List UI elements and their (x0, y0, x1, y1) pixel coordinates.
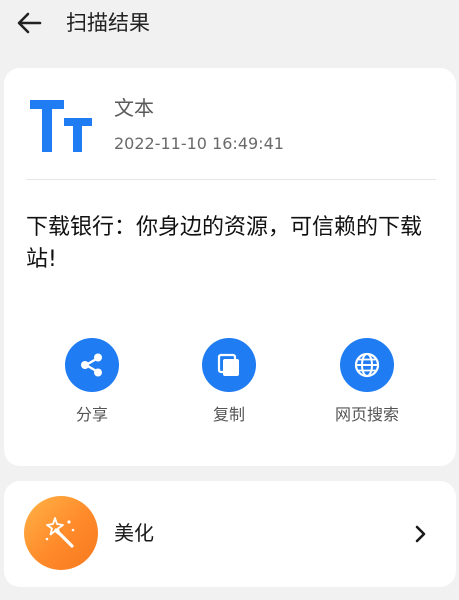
beautify-label: 美化 (114, 521, 154, 545)
web-search-label: 网页搜索 (334, 405, 399, 424)
arrow-left-icon (17, 12, 42, 34)
share-icon-circle (65, 338, 119, 392)
result-type-label: 文本 (114, 96, 154, 120)
back-button[interactable] (14, 9, 44, 37)
beautify-row[interactable]: 美化 (4, 481, 456, 587)
share-button[interactable]: 分享 (27, 338, 157, 426)
globe-icon-circle (340, 338, 394, 392)
scan-result-card: 文本 2022-11-10 16:49:41 下载银行：你身边的资源，可信赖的下… (4, 68, 456, 466)
magic-wand-icon (45, 517, 75, 548)
copy-icon (217, 353, 239, 376)
divider (26, 179, 436, 180)
beautify-icon-circle (24, 496, 98, 570)
page-title: 扫描结果 (66, 11, 150, 35)
copy-label: 复制 (212, 405, 245, 424)
web-search-button[interactable]: 网页搜索 (302, 338, 432, 426)
globe-icon (354, 352, 380, 378)
chevron-right-icon (409, 520, 433, 548)
copy-icon-circle (202, 338, 256, 392)
text-type-icon (30, 100, 92, 152)
scan-timestamp: 2022-11-10 16:49:41 (114, 134, 284, 153)
scanned-text-content[interactable]: 下载银行：你身边的资源，可信赖的下载站! (26, 212, 436, 276)
top-bar: 扫描结果 (0, 0, 459, 46)
copy-button[interactable]: 复制 (164, 338, 294, 426)
share-label: 分享 (75, 405, 108, 424)
share-icon (81, 353, 102, 377)
